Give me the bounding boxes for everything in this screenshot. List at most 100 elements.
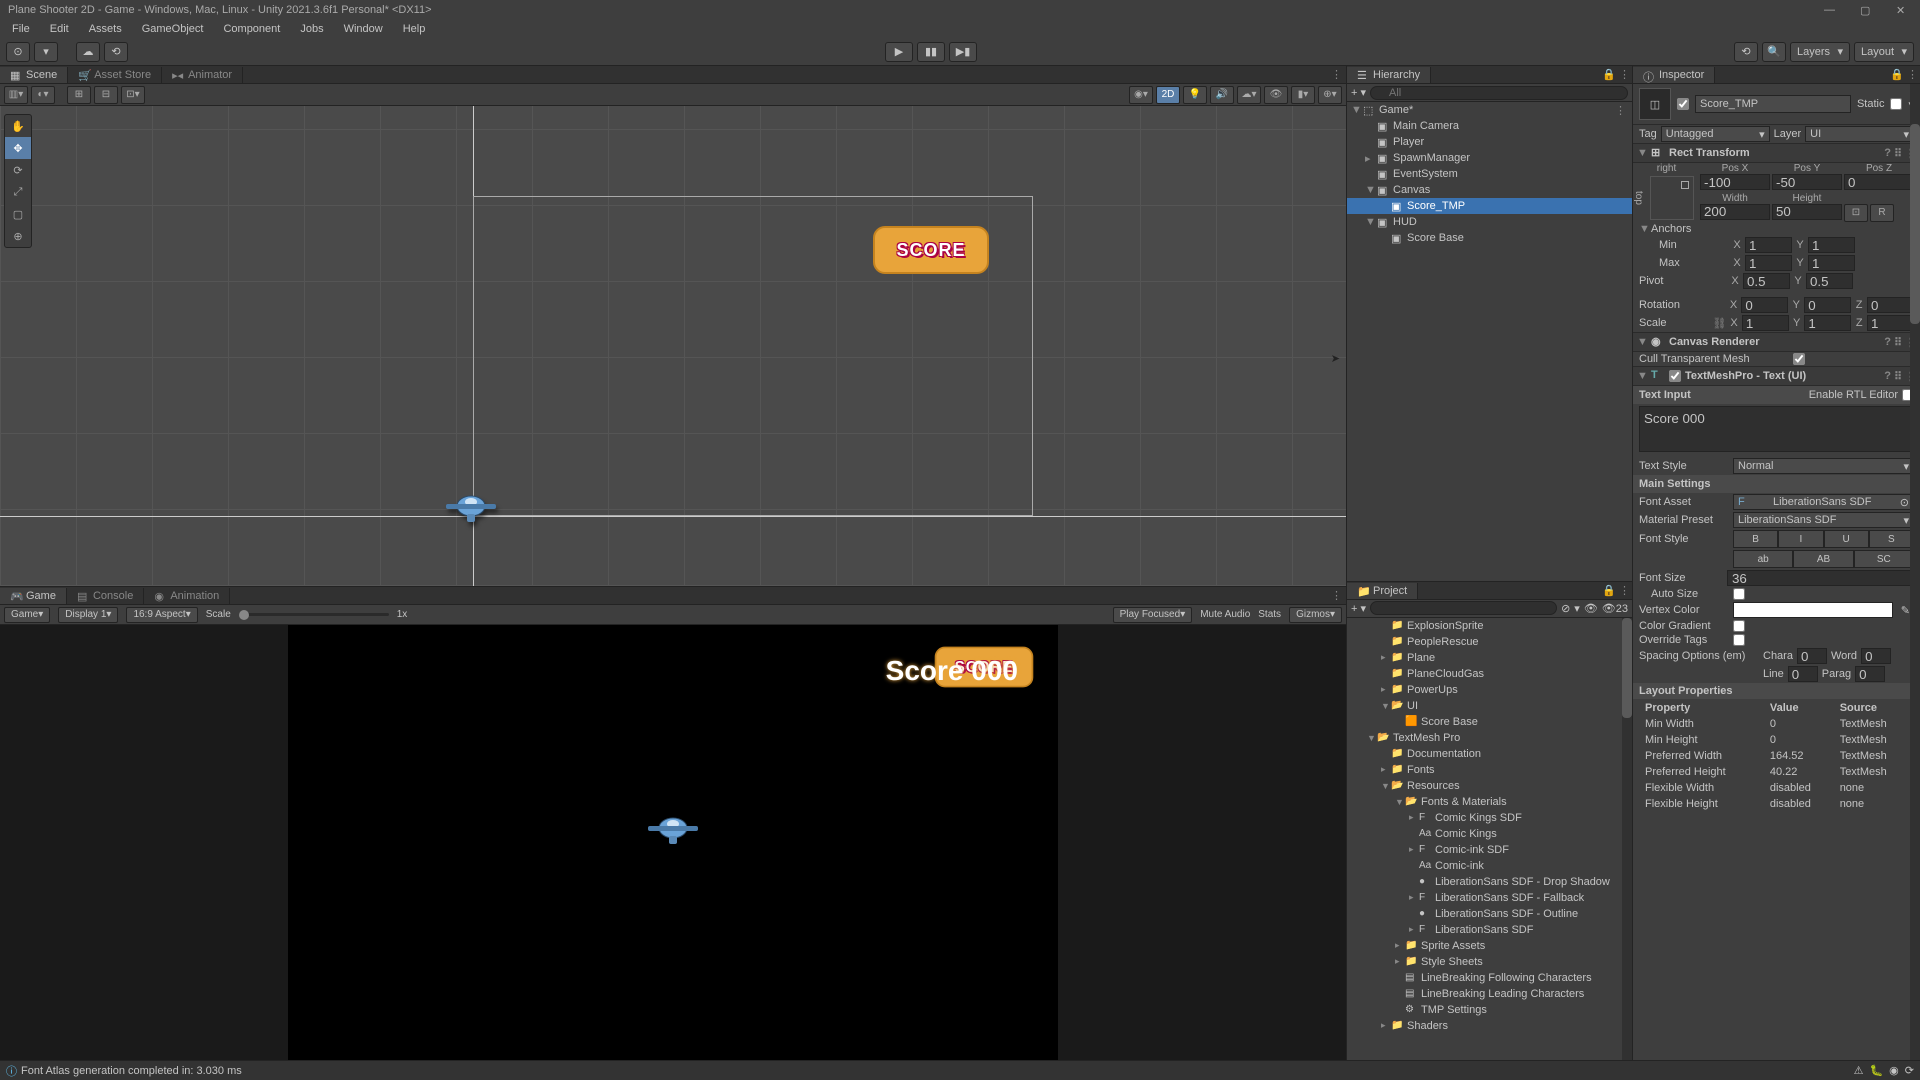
hierarchy-item[interactable]: ▼⬚Game*⋮ xyxy=(1347,102,1632,118)
project-item[interactable]: ⚙TMP Settings xyxy=(1347,1002,1632,1018)
project-item[interactable]: ▼📂Fonts & Materials xyxy=(1347,794,1632,810)
hidden-icon[interactable]: 👁 xyxy=(1584,602,1598,615)
bold-button[interactable]: B xyxy=(1733,530,1778,548)
raw-button[interactable]: R xyxy=(1870,204,1894,222)
create-dropdown[interactable]: + ▾ xyxy=(1351,86,1366,99)
hierarchy-item[interactable]: ▣Score_TMP xyxy=(1347,198,1632,214)
services-button[interactable]: ▾ xyxy=(34,42,58,62)
aspect-dropdown[interactable]: 16:9 Aspect ▾ xyxy=(126,607,197,623)
hierarchy-search[interactable] xyxy=(1370,86,1628,100)
tab-scene[interactable]: ▦Scene xyxy=(0,67,68,83)
anchor-max-y[interactable] xyxy=(1808,255,1855,271)
project-item[interactable]: ▸FComic-ink SDF xyxy=(1347,842,1632,858)
game-mode-dropdown[interactable]: Game ▾ xyxy=(4,607,50,623)
uppercase-button[interactable]: AB xyxy=(1793,550,1853,568)
grid-snap-button-2[interactable]: ⊟ xyxy=(94,86,118,104)
scene-canvas[interactable]: SCORE xyxy=(0,106,1346,586)
hierarchy-item[interactable]: ▣Score Base xyxy=(1347,230,1632,246)
project-item[interactable]: ▸FLiberationSans SDF xyxy=(1347,922,1632,938)
scale-z[interactable] xyxy=(1867,315,1914,331)
scale-x[interactable] xyxy=(1742,315,1789,331)
project-item[interactable]: ▸📁Sprite Assets xyxy=(1347,938,1632,954)
maximize-icon[interactable]: ▢ xyxy=(1860,4,1872,16)
project-item[interactable]: 🟧Score Base xyxy=(1347,714,1632,730)
play-button[interactable]: ▶ xyxy=(885,42,913,62)
text-style-dropdown[interactable]: Normal▾ xyxy=(1733,458,1914,474)
project-item[interactable]: ▸📁PowerUps xyxy=(1347,682,1632,698)
cull-checkbox[interactable] xyxy=(1793,353,1805,365)
project-search[interactable] xyxy=(1370,601,1557,615)
override-checkbox[interactable] xyxy=(1733,634,1745,646)
bug-icon[interactable]: 🐛 xyxy=(1869,1064,1883,1077)
gizmos-dropdown[interactable]: Gizmos ▾ xyxy=(1289,607,1342,623)
hierarchy-item[interactable]: ▣EventSystem xyxy=(1347,166,1632,182)
menu-edit[interactable]: Edit xyxy=(42,21,77,37)
tab-asset-store[interactable]: 🛒Asset Store xyxy=(68,67,162,83)
move-tool[interactable]: ✥ xyxy=(5,137,31,159)
parag-field[interactable] xyxy=(1855,666,1885,682)
link-icon[interactable]: ⛓ xyxy=(1712,317,1726,330)
tab-game[interactable]: 🎮Game xyxy=(0,588,67,604)
progress-icon[interactable]: ⟳ xyxy=(1905,1064,1914,1077)
fav-icon[interactable]: ⊘ xyxy=(1561,602,1570,615)
help-icon[interactable]: ? xyxy=(1884,336,1891,349)
inspector-body[interactable]: ◫ Static ▾ Tag Untagged▾ Layer UI▾ ▼ ⊞ R… xyxy=(1633,84,1920,1060)
hierarchy-tree[interactable]: ▼⬚Game*⋮▣Main Camera▣Player▸▣SpawnManage… xyxy=(1347,102,1632,581)
panel-options-icon[interactable]: ⋮ xyxy=(1619,584,1630,597)
preset-icon[interactable]: ⠿ xyxy=(1894,147,1902,160)
fx-button[interactable]: ☁▾ xyxy=(1237,86,1261,104)
score-badge[interactable]: SCORE xyxy=(873,226,989,274)
version-control-button[interactable]: ⟲ xyxy=(104,42,128,62)
inspector-scrollbar[interactable] xyxy=(1910,84,1920,1060)
menu-help[interactable]: Help xyxy=(395,21,434,37)
layers-dropdown[interactable]: Layers▾ xyxy=(1790,42,1850,62)
project-item[interactable]: AaComic Kings xyxy=(1347,826,1632,842)
tab-animator[interactable]: ▸◂Animator xyxy=(162,67,243,83)
menu-gameobject[interactable]: GameObject xyxy=(134,21,212,37)
gameobject-icon[interactable]: ◫ xyxy=(1639,88,1671,120)
step-button[interactable]: ▶▮ xyxy=(949,42,977,62)
layout-dropdown[interactable]: Layout▾ xyxy=(1854,42,1914,62)
project-item[interactable]: ▸FComic Kings SDF xyxy=(1347,810,1632,826)
posx-field[interactable] xyxy=(1700,174,1770,190)
menu-window[interactable]: Window xyxy=(336,21,391,37)
smallcaps-button[interactable]: SC xyxy=(1854,550,1914,568)
project-item[interactable]: ▸📁Style Sheets xyxy=(1347,954,1632,970)
anchor-max-x[interactable] xyxy=(1745,255,1792,271)
menu-component[interactable]: Component xyxy=(215,21,288,37)
transform-tool[interactable]: ⊕ xyxy=(5,225,31,247)
menu-jobs[interactable]: Jobs xyxy=(292,21,331,37)
tab-animation[interactable]: ◉Animation xyxy=(144,588,230,604)
height-field[interactable] xyxy=(1772,204,1842,220)
panel-options-icon[interactable]: ⋮ xyxy=(1331,68,1342,81)
rot-z[interactable] xyxy=(1867,297,1914,313)
grid-snap-button[interactable]: ⊞ xyxy=(67,86,91,104)
rot-y[interactable] xyxy=(1804,297,1851,313)
menu-assets[interactable]: Assets xyxy=(81,21,130,37)
lowercase-button[interactable]: ab xyxy=(1733,550,1793,568)
project-item[interactable]: ●LiberationSans SDF - Drop Shadow xyxy=(1347,874,1632,890)
tab-console[interactable]: ▤Console xyxy=(67,588,144,604)
help-icon[interactable]: ? xyxy=(1884,370,1891,383)
hand-tool[interactable]: ✋ xyxy=(5,115,31,137)
gameobject-name-field[interactable] xyxy=(1695,95,1851,113)
cloud-button[interactable]: ☁ xyxy=(76,42,100,62)
static-checkbox[interactable] xyxy=(1890,98,1902,110)
tab-inspector[interactable]: ⓘInspector xyxy=(1633,67,1715,83)
autosize-checkbox[interactable] xyxy=(1733,588,1745,600)
project-item[interactable]: ▼📂Resources xyxy=(1347,778,1632,794)
play-focused-dropdown[interactable]: Play Focused ▾ xyxy=(1113,607,1193,623)
mute-audio-toggle[interactable]: Mute Audio xyxy=(1200,609,1250,620)
project-item[interactable]: ▼📂UI xyxy=(1347,698,1632,714)
anchor-preset-button[interactable] xyxy=(1650,176,1694,220)
project-scrollbar[interactable] xyxy=(1622,618,1632,1061)
create-dropdown[interactable]: + ▾ xyxy=(1351,602,1366,615)
project-item[interactable]: 📁Documentation xyxy=(1347,746,1632,762)
pivot-x[interactable] xyxy=(1743,273,1790,289)
pivot-y[interactable] xyxy=(1806,273,1853,289)
italic-button[interactable]: I xyxy=(1778,530,1823,548)
pause-button[interactable]: ▮▮ xyxy=(917,42,945,62)
project-item[interactable]: 📁ExplosionSprite xyxy=(1347,618,1632,634)
underline-button[interactable]: U xyxy=(1824,530,1869,548)
project-item[interactable]: ▸FLiberationSans SDF - Fallback xyxy=(1347,890,1632,906)
